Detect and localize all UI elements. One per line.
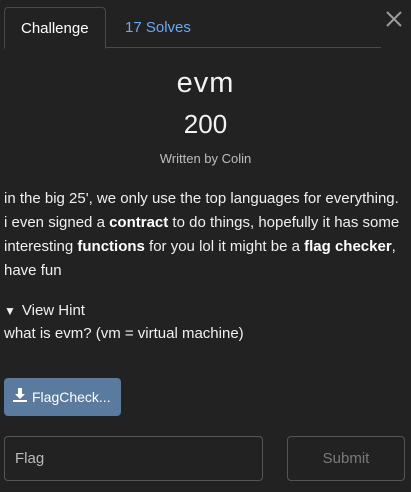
description-bold-flag-checker: flag checker bbox=[304, 238, 392, 255]
file-download-button[interactable]: FlagCheck... bbox=[4, 378, 121, 416]
description-text: for you lol it might be a bbox=[144, 238, 305, 255]
tab-bar: Challenge 17 Solves bbox=[4, 7, 381, 49]
file-name-label: FlagCheck... bbox=[32, 389, 111, 405]
view-hint-toggle[interactable]: ▼ View Hint bbox=[4, 300, 85, 322]
description-bold-contract: contract bbox=[109, 214, 169, 231]
close-button[interactable] bbox=[384, 9, 404, 29]
download-icon bbox=[12, 379, 28, 416]
submit-button[interactable]: Submit bbox=[287, 436, 405, 481]
flag-input[interactable] bbox=[4, 436, 263, 481]
challenge-points: 200 bbox=[183, 109, 228, 139]
challenge-description: in the big 25', we only use the top lang… bbox=[4, 187, 404, 283]
view-hint-label: View Hint bbox=[21, 302, 85, 319]
challenge-title: evm bbox=[176, 67, 235, 99]
challenge-author: Written by Colin bbox=[159, 151, 252, 166]
close-icon bbox=[386, 11, 402, 27]
triangle-down-icon: ▼ bbox=[4, 304, 16, 318]
tab-challenge[interactable]: Challenge bbox=[4, 7, 106, 49]
description-bold-functions: functions bbox=[77, 238, 145, 255]
hint-text: what is evm? (vm = virtual machine) bbox=[4, 325, 244, 342]
tab-solves[interactable]: 17 Solves bbox=[109, 7, 207, 48]
